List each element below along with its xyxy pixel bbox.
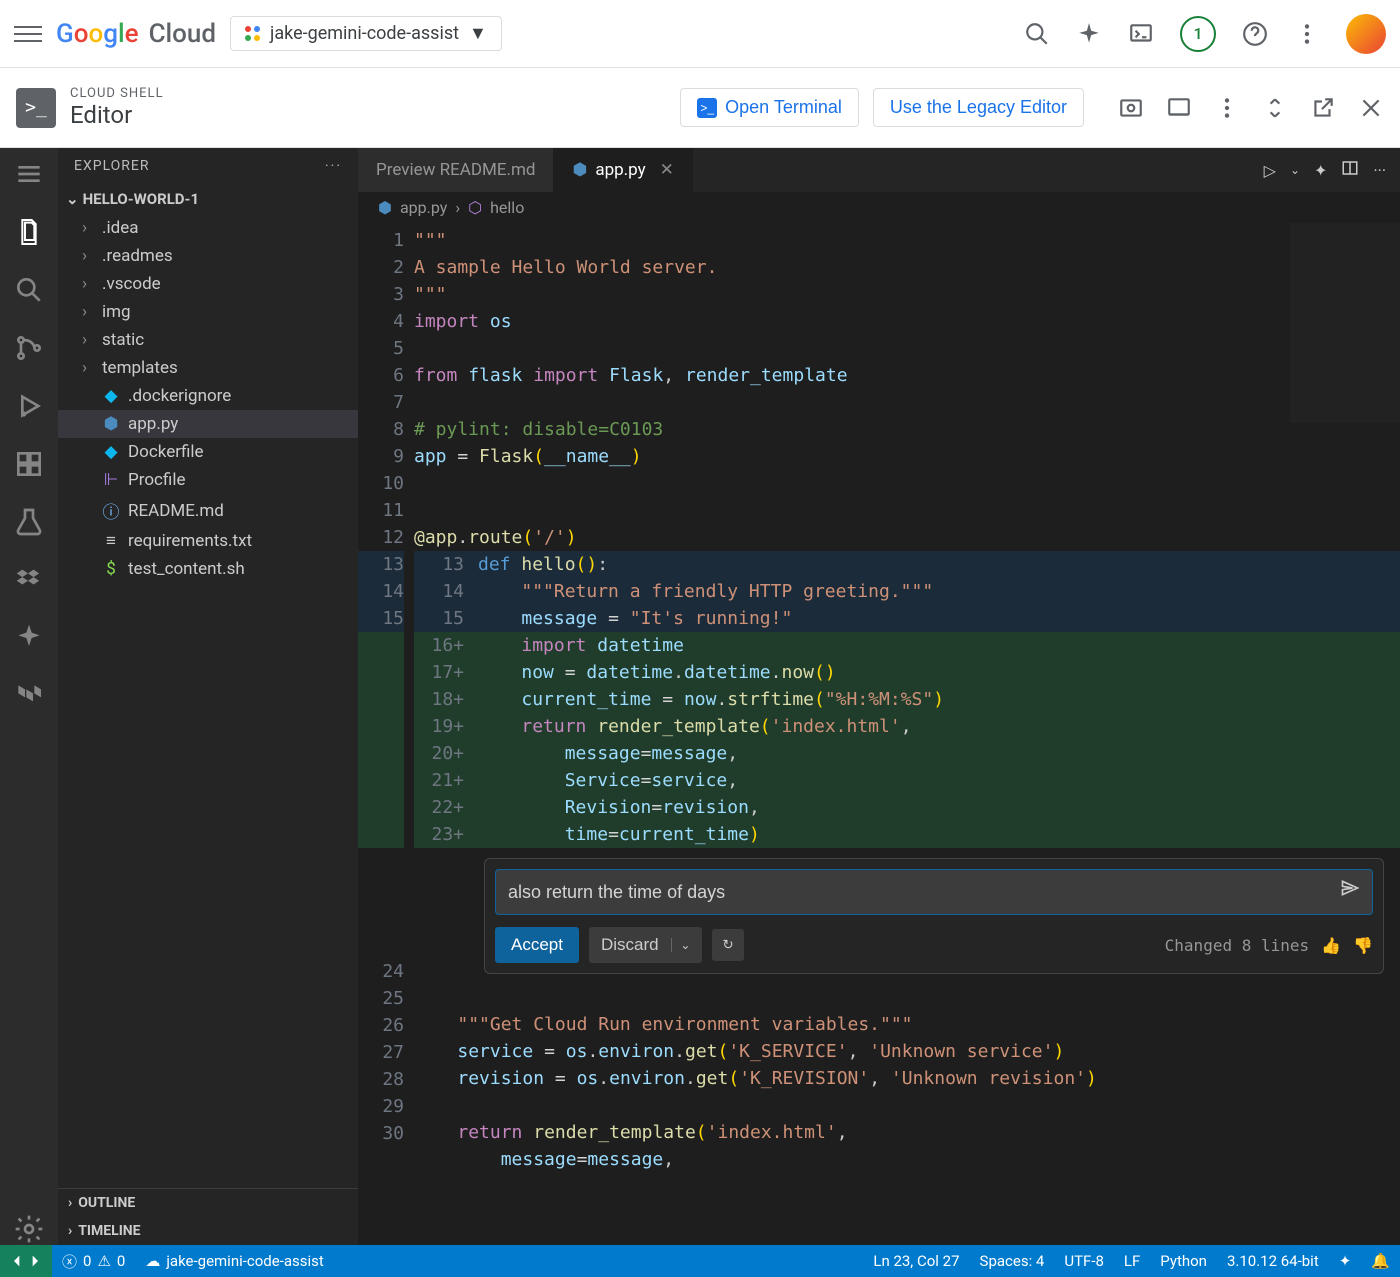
gcp-logo[interactable]: Google Cloud bbox=[56, 19, 216, 49]
sparkle-activity-icon[interactable] bbox=[13, 622, 45, 654]
explorer-sidebar: EXPLORER ··· ⌄ HELLO-WORLD-1 ›.idea›.rea… bbox=[58, 148, 358, 1245]
file-item[interactable]: ◆Dockerfile bbox=[58, 438, 358, 466]
project-selector[interactable]: jake-gemini-code-assist ▼ bbox=[230, 16, 502, 51]
source-control-icon[interactable] bbox=[13, 332, 45, 364]
file-item[interactable]: ≡requirements.txt bbox=[58, 527, 358, 555]
file-tree: ›.idea›.readmes›.vscode›img›static›templ… bbox=[58, 214, 358, 1188]
editor-area: Preview README.md⬢app.py✕ ▷ ⌄ ✦ ··· ⬢ ap… bbox=[358, 148, 1400, 1245]
send-icon[interactable] bbox=[1340, 878, 1360, 906]
explorer-icon[interactable] bbox=[13, 216, 45, 248]
refresh-icon[interactable]: ↻ bbox=[712, 929, 743, 961]
encoding[interactable]: UTF-8 bbox=[1054, 1245, 1114, 1277]
accept-button[interactable]: Accept bbox=[495, 927, 579, 963]
close-icon[interactable] bbox=[1358, 95, 1384, 121]
python-runtime[interactable]: 3.10.12 64-bit bbox=[1217, 1245, 1329, 1277]
more-icon[interactable] bbox=[1294, 21, 1320, 47]
editor-tab[interactable]: ⬢app.py✕ bbox=[554, 148, 692, 192]
file-item[interactable]: ⓘREADME.md bbox=[58, 494, 358, 527]
file-item[interactable]: ◆.dockerignore bbox=[58, 382, 358, 410]
run-icon[interactable]: ▷ bbox=[1264, 161, 1276, 180]
sparkle-icon[interactable] bbox=[1076, 21, 1102, 47]
dropbox-icon[interactable] bbox=[13, 564, 45, 596]
menu-bars-icon[interactable] bbox=[13, 158, 45, 190]
notifications-badge[interactable]: 1 bbox=[1180, 16, 1216, 52]
avatar[interactable] bbox=[1346, 14, 1386, 54]
open-new-icon[interactable] bbox=[1310, 95, 1336, 121]
sparkle-tab-icon[interactable]: ✦ bbox=[1314, 161, 1327, 180]
thumbs-down-icon[interactable]: 👎 bbox=[1353, 932, 1373, 959]
cloud-project-indicator[interactable]: ☁ jake-gemini-code-assist bbox=[135, 1245, 333, 1277]
file-item[interactable]: ⬢app.py bbox=[58, 410, 358, 438]
folder-item[interactable]: ›.idea bbox=[58, 214, 358, 242]
bell-icon[interactable]: 🔔 bbox=[1361, 1245, 1400, 1277]
gcp-top-bar: Google Cloud jake-gemini-code-assist ▼ 1 bbox=[0, 0, 1400, 68]
workspace-folder[interactable]: ⌄ HELLO-WORLD-1 bbox=[58, 184, 358, 214]
file-item[interactable]: ⊩Procfile bbox=[58, 466, 358, 494]
status-bar: ⓧ0 ⚠0 ☁ jake-gemini-code-assist Ln 23, C… bbox=[0, 1245, 1400, 1277]
eol[interactable]: LF bbox=[1114, 1245, 1150, 1277]
gear-icon[interactable] bbox=[13, 1213, 45, 1245]
project-dots-icon bbox=[245, 26, 260, 41]
python-icon: ⬢ bbox=[378, 198, 392, 217]
extensions-icon[interactable] bbox=[13, 448, 45, 480]
menu-icon[interactable] bbox=[14, 20, 42, 48]
outline-section[interactable]: ›OUTLINE bbox=[58, 1189, 358, 1217]
activity-bar bbox=[0, 148, 58, 1245]
code-editor[interactable]: 12345678910111213141524252627282930 """A… bbox=[358, 223, 1400, 1245]
close-tab-icon[interactable]: ✕ bbox=[660, 160, 674, 180]
tab-more-icon[interactable]: ··· bbox=[1373, 161, 1386, 180]
vscode-editor: EXPLORER ··· ⌄ HELLO-WORLD-1 ›.idea›.rea… bbox=[0, 148, 1400, 1245]
editor-tabs: Preview README.md⬢app.py✕ ▷ ⌄ ✦ ··· bbox=[358, 148, 1400, 192]
ai-prompt-input[interactable] bbox=[508, 882, 1340, 903]
explorer-more-icon[interactable]: ··· bbox=[325, 158, 342, 174]
timeline-section[interactable]: ›TIMELINE bbox=[58, 1217, 358, 1245]
shell-subtitle: CLOUD SHELL bbox=[70, 86, 164, 101]
layout-icon[interactable] bbox=[1166, 95, 1192, 121]
search-icon[interactable] bbox=[1024, 21, 1050, 47]
symbol-icon: ⬡ bbox=[468, 198, 482, 217]
expand-icon[interactable] bbox=[1262, 95, 1288, 121]
problems-indicator[interactable]: ⓧ0 ⚠0 bbox=[52, 1245, 135, 1277]
editor-tab[interactable]: Preview README.md bbox=[358, 148, 554, 192]
sparkle-status-icon[interactable]: ✦ bbox=[1329, 1245, 1362, 1277]
project-name: jake-gemini-code-assist bbox=[270, 23, 459, 44]
preview-icon[interactable] bbox=[1118, 95, 1144, 121]
folder-item[interactable]: ›static bbox=[58, 326, 358, 354]
thumbs-up-icon[interactable]: 👍 bbox=[1321, 932, 1341, 959]
folder-item[interactable]: ›templates bbox=[58, 354, 358, 382]
shell-title: Editor bbox=[70, 101, 164, 129]
terminal-icon: >_ bbox=[16, 88, 56, 128]
split-editor-icon[interactable] bbox=[1341, 159, 1359, 181]
debug-icon[interactable] bbox=[13, 390, 45, 422]
breadcrumb[interactable]: ⬢ app.py › ⬡ hello bbox=[358, 192, 1400, 223]
cursor-position[interactable]: Ln 23, Col 27 bbox=[863, 1245, 969, 1277]
minimap[interactable] bbox=[1290, 223, 1400, 423]
folder-item[interactable]: ›.vscode bbox=[58, 270, 358, 298]
beaker-icon[interactable] bbox=[13, 506, 45, 538]
changed-lines-label: Changed 8 lines bbox=[1165, 932, 1310, 959]
open-terminal-button[interactable]: >_ Open Terminal bbox=[680, 88, 859, 127]
ai-suggestion-box: Accept Discard ⌄ ↻ Changed 8 lines 👍 👎 bbox=[484, 858, 1384, 974]
discard-button[interactable]: Discard ⌄ bbox=[589, 927, 702, 963]
terminal-small-icon: >_ bbox=[697, 98, 717, 118]
run-dropdown-icon[interactable]: ⌄ bbox=[1290, 163, 1300, 177]
file-item[interactable]: $test_content.sh bbox=[58, 555, 358, 583]
cloud-shell-icon[interactable] bbox=[1128, 21, 1154, 47]
folder-item[interactable]: ›.readmes bbox=[58, 242, 358, 270]
cloud-shell-header: >_ CLOUD SHELL Editor >_ Open Terminal U… bbox=[0, 68, 1400, 148]
folder-item[interactable]: ›img bbox=[58, 298, 358, 326]
language-mode[interactable]: Python bbox=[1150, 1245, 1217, 1277]
indentation[interactable]: Spaces: 4 bbox=[970, 1245, 1055, 1277]
more-vert-icon[interactable] bbox=[1214, 95, 1240, 121]
chevron-down-icon: ▼ bbox=[469, 23, 487, 44]
legacy-editor-button[interactable]: Use the Legacy Editor bbox=[873, 88, 1084, 127]
help-icon[interactable] bbox=[1242, 21, 1268, 47]
search-activity-icon[interactable] bbox=[13, 274, 45, 306]
explorer-title: EXPLORER bbox=[74, 158, 150, 174]
terraform-icon[interactable] bbox=[13, 680, 45, 712]
remote-indicator[interactable] bbox=[0, 1245, 52, 1277]
chevron-down-icon: ⌄ bbox=[66, 190, 79, 208]
